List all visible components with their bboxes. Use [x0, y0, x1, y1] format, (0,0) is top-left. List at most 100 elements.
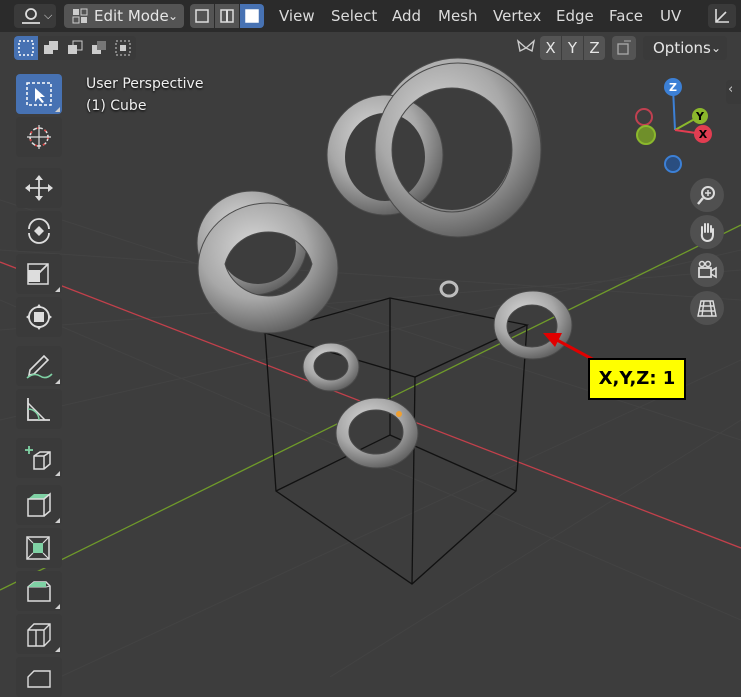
mode-select[interactable]: Edit Mode ⌄	[64, 4, 184, 28]
gizmo-z-label: Z	[669, 81, 677, 94]
torus-center-bottom	[335, 397, 419, 469]
gizmo-x-label: X	[699, 128, 708, 141]
face-select-mode-button[interactable]	[240, 4, 264, 28]
tool-scale[interactable]	[16, 254, 62, 294]
gizmo-y-label: Y	[695, 110, 705, 123]
topology-mirror-icon	[617, 40, 631, 55]
sidebar-toggle[interactable]: ‹	[726, 80, 741, 104]
tool-bevel[interactable]	[16, 571, 62, 611]
move-icon	[25, 175, 53, 201]
select-subtract-button[interactable]	[63, 36, 87, 60]
tool-transform[interactable]	[16, 297, 62, 337]
camera-icon	[698, 260, 717, 279]
tool-variants-indicator	[55, 107, 60, 112]
vertex-select-mode-button[interactable]	[190, 4, 214, 28]
tool-add-cube[interactable]	[16, 438, 62, 478]
select-difference-button[interactable]	[87, 36, 111, 60]
tool-extrude[interactable]	[16, 485, 62, 525]
menu-vertex[interactable]: Vertex	[493, 4, 541, 28]
vertex-mode-icon	[195, 9, 209, 23]
menu-edge[interactable]: Edge	[556, 4, 594, 28]
zoom-icon	[697, 186, 715, 205]
cursor-icon	[27, 125, 51, 149]
options-label: Options	[653, 39, 711, 57]
butterfly-icon	[516, 39, 536, 53]
topology-mirror-button[interactable]	[612, 36, 636, 60]
origin-dot	[396, 411, 402, 417]
select-extend-button[interactable]	[39, 36, 63, 60]
loop-cut-icon	[27, 623, 51, 647]
select-extend-icon	[44, 41, 58, 54]
menu-select[interactable]: Select	[331, 4, 377, 28]
menu-add[interactable]: Add	[392, 4, 421, 28]
chevron-down-icon: ⌄	[168, 9, 179, 23]
floor-grid	[0, 199, 741, 677]
editor-type-button[interactable]: ⌵	[14, 4, 56, 28]
gizmo-neg-x-icon[interactable]	[635, 108, 653, 126]
tool-header: X Y Z Options ⌄	[0, 32, 741, 64]
select-intersect-icon	[115, 40, 131, 56]
edge-select-mode-button[interactable]	[215, 4, 239, 28]
tool-move[interactable]	[16, 168, 62, 208]
extrude-icon	[27, 492, 51, 517]
gizmo-neg-z-icon[interactable]	[664, 155, 682, 173]
tool-cursor[interactable]	[16, 117, 62, 157]
transform-axes-icon	[715, 9, 729, 23]
zoom-button[interactable]	[690, 178, 724, 212]
cube-wireframe	[262, 297, 530, 585]
camera-view-button[interactable]	[690, 253, 724, 287]
annotate-icon	[26, 354, 53, 379]
add-cube-icon	[25, 446, 51, 470]
header-bar: ⌵ Edit Mode ⌄ View Select Add Mesh Verte…	[0, 0, 741, 32]
mode-label: Edit Mode	[94, 7, 169, 25]
tool-variants-indicator	[55, 287, 60, 292]
mirror-x-button[interactable]: X	[540, 36, 561, 60]
torus-right	[493, 290, 573, 360]
tool-variants-indicator	[55, 604, 60, 609]
select-box-icon	[26, 82, 52, 106]
tool-rotate[interactable]	[16, 211, 62, 251]
select-mode-group	[14, 36, 136, 60]
edge-mode-icon	[220, 9, 234, 23]
tool-variants-indicator	[55, 647, 60, 652]
pan-hand-icon	[700, 223, 714, 242]
menu-uv[interactable]: UV	[660, 4, 681, 28]
chevron-down-icon: ⌄	[711, 41, 722, 55]
tool-inset[interactable]	[16, 528, 62, 568]
menu-view[interactable]: View	[279, 4, 315, 28]
menu-mesh[interactable]: Mesh	[438, 4, 478, 28]
torus-center-left	[302, 342, 360, 392]
grid-ortho-icon	[697, 300, 717, 317]
ortho-toggle-button[interactable]	[690, 291, 724, 325]
mirror-y-button[interactable]: Y	[562, 36, 583, 60]
options-dropdown[interactable]: Options ⌄	[643, 36, 727, 60]
select-new-button[interactable]	[14, 36, 38, 60]
select-intersect-button[interactable]	[111, 36, 135, 60]
mirror-x-label: X	[545, 39, 556, 57]
tool-select-box[interactable]	[16, 74, 62, 114]
rotate-icon	[28, 218, 50, 244]
tool-annotate[interactable]	[16, 346, 62, 386]
select-subtract-icon	[68, 40, 83, 54]
navigation-gizmo[interactable]: Z Y X	[630, 76, 720, 176]
scale-icon	[27, 263, 49, 285]
object-name: (1) Cube	[86, 98, 147, 114]
tool-measure[interactable]	[16, 389, 62, 429]
gizmo-neg-y-icon[interactable]	[636, 125, 656, 145]
annotation-callout: X,Y,Z: 1	[588, 358, 686, 400]
knife-icon	[27, 670, 51, 688]
pan-button[interactable]	[690, 215, 724, 249]
tool-variants-indicator	[55, 518, 60, 523]
mirror-y-label: Y	[567, 39, 578, 57]
select-difference-icon	[92, 41, 106, 54]
mirror-toggle-button[interactable]	[514, 36, 538, 60]
tool-knife[interactable]	[16, 657, 62, 697]
menu-face[interactable]: Face	[609, 4, 643, 28]
measure-icon	[27, 398, 50, 421]
bevel-icon	[27, 581, 51, 602]
transform-orientation-button[interactable]	[708, 4, 736, 28]
mirror-z-button[interactable]: Z	[584, 36, 605, 60]
chevron-left-icon: ‹	[728, 82, 734, 97]
tool-loop-cut[interactable]	[16, 614, 62, 654]
tool-shelf	[14, 72, 66, 697]
